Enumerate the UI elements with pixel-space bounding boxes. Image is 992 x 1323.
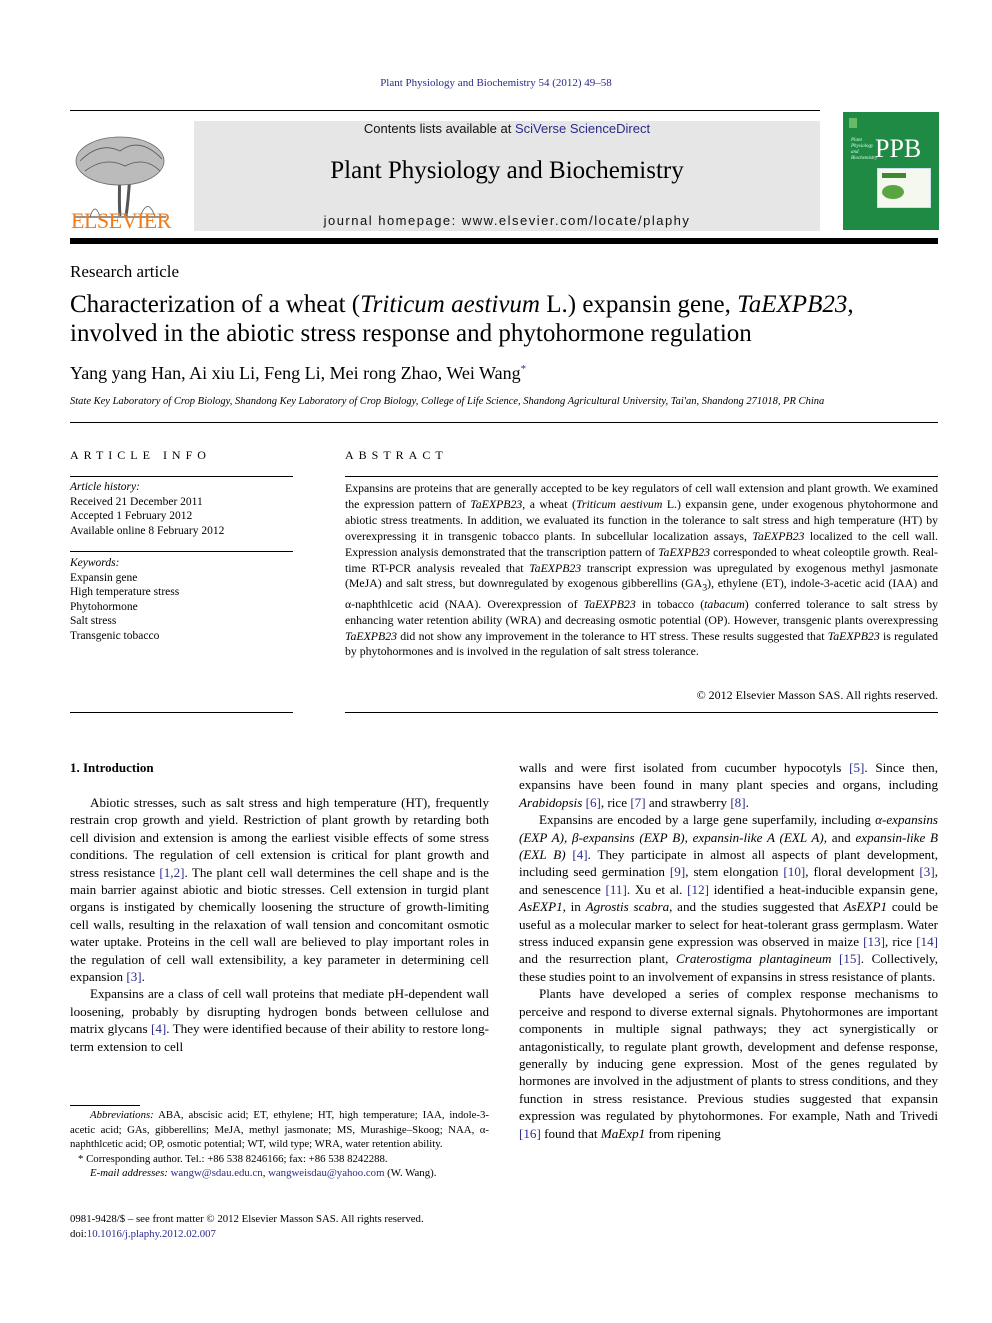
divider xyxy=(70,422,938,423)
history-online: Available online 8 February 2012 xyxy=(70,524,225,537)
running-header[interactable]: Plant Physiology and Biochemistry 54 (20… xyxy=(0,77,992,89)
footnotes: Abbreviations: ABA, abscisic acid; ET, e… xyxy=(70,1108,489,1181)
citation-link[interactable]: [14] xyxy=(916,934,938,949)
divider xyxy=(345,476,938,477)
email-footnote: E-mail addresses: wangw@sdau.edu.cn, wan… xyxy=(90,1167,437,1180)
citation-link[interactable]: [15] xyxy=(839,951,861,966)
publisher-name[interactable]: ELSEVIER xyxy=(70,208,172,234)
journal-homepage-link[interactable]: journal homepage: www.elsevier.com/locat… xyxy=(194,213,820,228)
citation-link[interactable]: [4] xyxy=(572,847,587,862)
keyword: Expansin gene xyxy=(70,571,138,584)
contents-line: Contents lists available at SciVerse Sci… xyxy=(194,121,820,136)
article-history: Article history: Received 21 December 20… xyxy=(70,481,225,537)
doi-link[interactable]: 10.1016/j.plaphy.2012.02.007 xyxy=(87,1228,216,1240)
keywords: Keywords: Expansin gene High temperature… xyxy=(70,557,180,642)
cover-publisher-logo xyxy=(849,118,857,128)
body-column-right: walls and were first isolated from cucum… xyxy=(519,759,938,1142)
email-link[interactable]: wangweisdau@yahoo.com xyxy=(268,1167,384,1179)
header-divider xyxy=(70,238,938,244)
citation-link[interactable]: [13] xyxy=(863,934,885,949)
affiliation: State Key Laboratory of Crop Biology, Sh… xyxy=(70,396,825,407)
journal-title: Plant Physiology and Biochemistry xyxy=(330,157,684,184)
abbreviations-footnote: Abbreviations: ABA, abscisic acid; ET, e… xyxy=(70,1109,489,1151)
author-list: Yang yang Han, Ai xiu Li, Feng Li, Mei r… xyxy=(70,363,527,383)
divider xyxy=(70,476,293,477)
citation-link[interactable]: [10] xyxy=(783,864,805,879)
abstract-copyright: © 2012 Elsevier Masson SAS. All rights r… xyxy=(696,688,938,702)
citation-link[interactable]: [6] xyxy=(586,795,601,810)
keyword: Transgenic tobacco xyxy=(70,629,160,642)
keyword: High temperature stress xyxy=(70,586,180,598)
divider xyxy=(345,712,938,713)
paragraph: Plants have developed a series of comple… xyxy=(519,986,938,1141)
citation-link[interactable]: [1,2] xyxy=(159,865,184,880)
email-link[interactable]: wangw@sdau.edu.cn xyxy=(171,1167,263,1179)
citation-link[interactable]: [5] xyxy=(849,760,864,775)
history-received: Received 21 December 2011 xyxy=(70,495,203,508)
front-matter: 0981-9428/$ – see front matter © 2012 El… xyxy=(70,1212,489,1241)
article-title: Characterization of a wheat (Triticum ae… xyxy=(70,291,854,347)
paragraph: Abiotic stresses, such as salt stress an… xyxy=(70,795,489,985)
citation-link[interactable]: [3] xyxy=(126,969,141,984)
history-accepted: Accepted 1 February 2012 xyxy=(70,510,193,522)
journal-cover[interactable]: Plant Physiology and Biochemistry PPB xyxy=(843,112,939,230)
paragraph: Expansins are a class of cell wall prote… xyxy=(70,986,489,1054)
body-column-left: Abiotic stresses, such as salt stress an… xyxy=(70,794,489,1055)
cover-leaf-icon xyxy=(882,185,904,199)
issn-line: 0981-9428/$ – see front matter © 2012 El… xyxy=(70,1213,424,1225)
citation-link[interactable]: [12] xyxy=(687,882,709,897)
cover-figure-bar xyxy=(882,173,906,178)
sciencedirect-link[interactable]: SciVerse ScienceDirect xyxy=(515,121,650,136)
keyword: Salt stress xyxy=(70,615,117,627)
citation-link[interactable]: [7] xyxy=(630,795,645,810)
divider xyxy=(70,712,293,713)
footnote-divider xyxy=(70,1105,140,1106)
citation-link[interactable]: [8] xyxy=(730,795,745,810)
corresponding-author-link[interactable]: * xyxy=(521,363,527,375)
abstract-text: Expansins are proteins that are generall… xyxy=(345,481,939,659)
citation-link[interactable]: [16] xyxy=(519,1126,541,1141)
citation-link[interactable]: [4] xyxy=(151,1021,166,1036)
contents-prefix: Contents lists available at xyxy=(363,121,515,136)
divider xyxy=(70,551,293,552)
paragraph: walls and were first isolated from cucum… xyxy=(519,760,938,810)
divider xyxy=(70,110,820,111)
abstract-heading: ABSTRACT xyxy=(345,448,448,462)
article-type: Research article xyxy=(70,262,180,281)
cover-figure xyxy=(877,168,931,208)
doi-line: doi:10.1016/j.plaphy.2012.02.007 xyxy=(70,1227,216,1240)
cover-abbrev: PPB xyxy=(875,134,922,163)
cover-subtitle: Plant Physiology and Biochemistry xyxy=(851,138,878,161)
keyword: Phytohormone xyxy=(70,600,138,613)
paragraph: Expansins are encoded by a large gene su… xyxy=(519,812,939,984)
citation-link[interactable]: [3] xyxy=(919,864,934,879)
corresponding-author-footnote: * Corresponding author. Tel.: +86 538 82… xyxy=(78,1152,388,1165)
article-info-heading: ARTICLE INFO xyxy=(70,448,211,462)
citation-link[interactable]: [11] xyxy=(606,882,627,897)
citation-link[interactable]: [9] xyxy=(670,864,685,879)
section-heading-introduction: 1. Introduction xyxy=(70,760,154,775)
